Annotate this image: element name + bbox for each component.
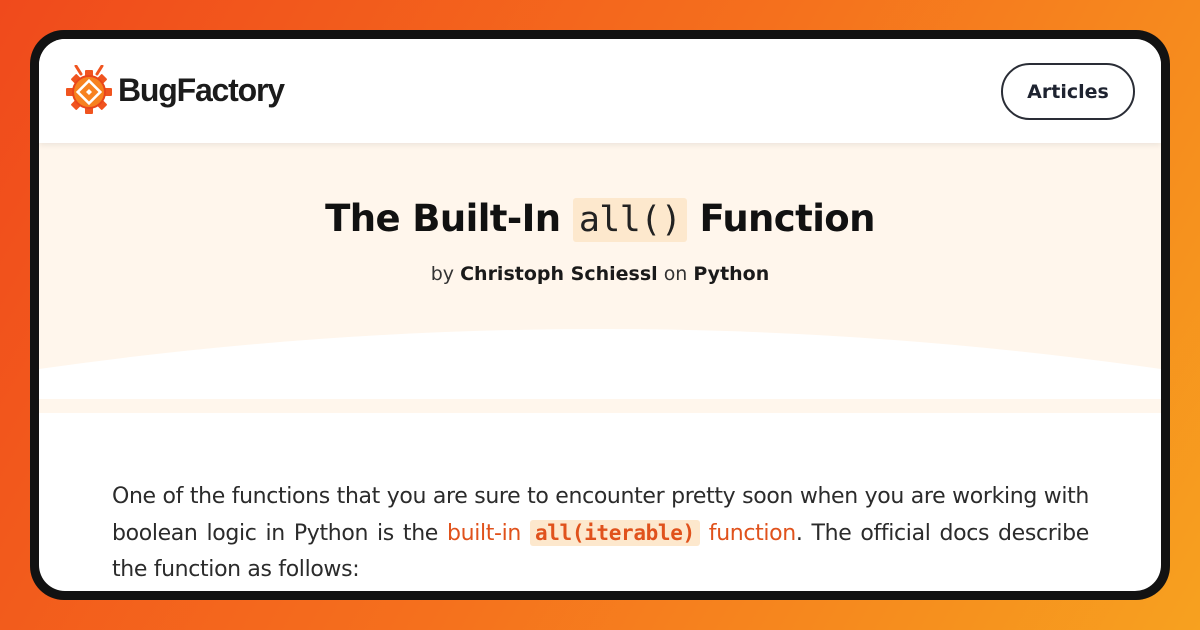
site-header: BugFactory Articles <box>39 39 1161 143</box>
category-link[interactable]: Python <box>693 263 769 285</box>
byline-by: by <box>430 263 455 285</box>
article-title: The Built-In all() Function <box>39 197 1161 242</box>
device-frame: BugFactory Articles The Built-In all() F… <box>30 30 1170 600</box>
title-text-before: The Built-In <box>325 197 561 240</box>
article-byline: by Christoph Schiessl on Python <box>39 263 1161 285</box>
article-title-wrap: The Built-In all() Function <box>39 197 1161 242</box>
title-code: all() <box>572 198 688 242</box>
builtin-link-text: built-in <box>447 521 521 546</box>
bug-gear-logo-icon <box>66 65 112 114</box>
article-paragraph: One of the functions that you are sure t… <box>112 479 1089 588</box>
site-logo[interactable]: BugFactory <box>65 65 285 115</box>
logo-wordmark: BugFactory <box>118 71 285 108</box>
builtin-link-code: all(iterable) <box>529 520 700 546</box>
author-link[interactable]: Christoph Schiessl <box>460 263 658 285</box>
title-text-after: Function <box>699 197 875 240</box>
byline-on: on <box>663 263 688 285</box>
articles-button[interactable]: Articles <box>1001 63 1135 120</box>
builtin-link[interactable]: built-in all(iterable) function <box>447 520 796 546</box>
hero-curve <box>39 329 1161 399</box>
builtin-link-text-2: function <box>708 521 796 546</box>
page-screen: BugFactory Articles The Built-In all() F… <box>39 39 1161 591</box>
